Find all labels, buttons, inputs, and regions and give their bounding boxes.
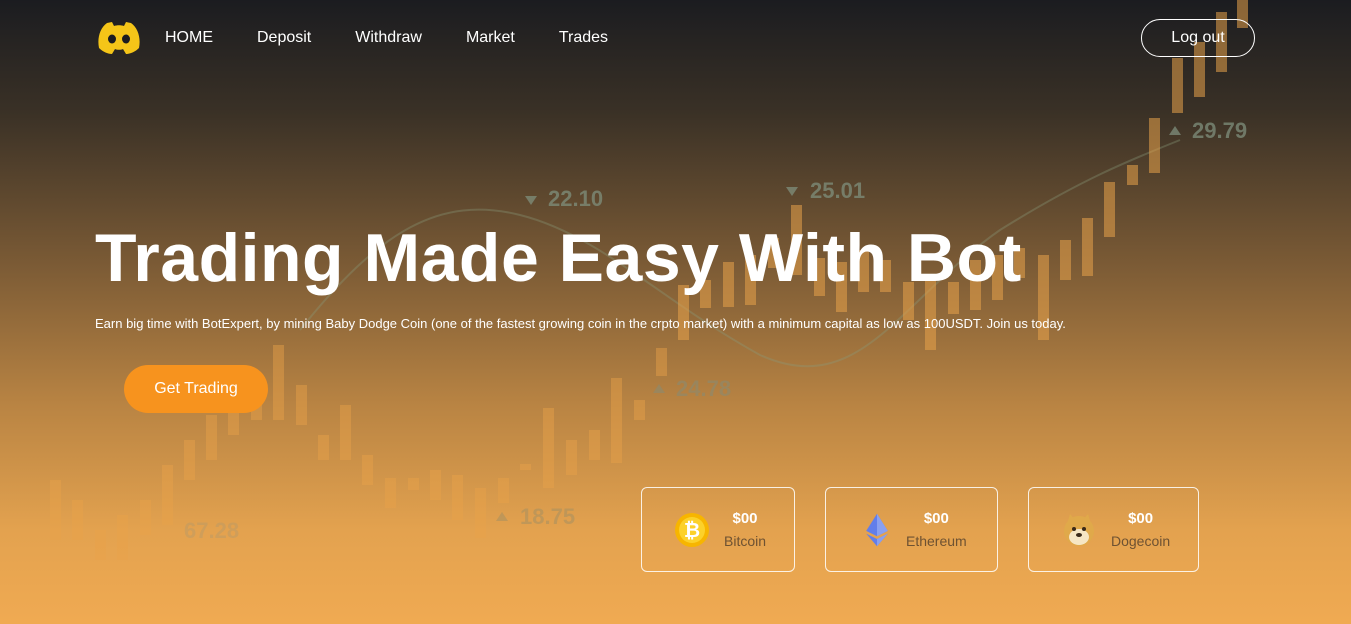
- background-candle: [634, 400, 645, 420]
- coin-price: $00: [1128, 510, 1154, 527]
- hero-title: Trading Made Easy With Bot: [95, 220, 1022, 296]
- down-arrow-icon: [786, 187, 798, 196]
- up-arrow-icon: [1169, 126, 1181, 135]
- coin-name: Ethereum: [906, 533, 967, 549]
- coin-card-ethereum[interactable]: $00 Ethereum: [825, 487, 998, 572]
- background-price-label: 67.28: [184, 518, 239, 543]
- background-candle: [318, 435, 329, 460]
- nav-link-home[interactable]: HOME: [165, 18, 213, 58]
- background-candle: [430, 470, 441, 500]
- background-price-label: 24.78: [676, 376, 731, 401]
- background-candle: [475, 488, 486, 538]
- background-price-label: 18.75: [520, 504, 575, 529]
- background-candle: [1082, 218, 1093, 276]
- coin-name: Bitcoin: [724, 533, 767, 549]
- background-candle: [498, 478, 509, 503]
- background-candle: [162, 465, 173, 525]
- background-candle: [117, 515, 128, 560]
- background-candle: [206, 415, 217, 460]
- down-arrow-icon: [525, 196, 537, 205]
- background-candle: [566, 440, 577, 475]
- coin-price: $00: [732, 510, 758, 527]
- coin-card-dogecoin[interactable]: $00 Dogecoin: [1028, 487, 1199, 572]
- background-price-label: 25.01: [810, 178, 865, 203]
- coin-info: $00 Ethereum: [906, 510, 967, 549]
- background-candle: [385, 478, 396, 508]
- background-candle: [611, 378, 622, 463]
- background-candle: [656, 348, 667, 376]
- hero-subtitle: Earn big time with BotExpert, by mining …: [95, 316, 1066, 331]
- get-trading-button[interactable]: Get Trading: [124, 365, 268, 413]
- background-candle: [362, 455, 373, 485]
- coin-info: $00 Bitcoin: [724, 510, 766, 549]
- background-candle: [1060, 240, 1071, 280]
- dogecoin-icon: [1064, 513, 1094, 546]
- logout-button[interactable]: Log out: [1141, 19, 1255, 57]
- up-arrow-icon: [496, 512, 508, 521]
- background-candle: [296, 385, 307, 425]
- nav-link-withdraw[interactable]: Withdraw: [355, 18, 422, 58]
- ethereum-icon: [866, 513, 888, 546]
- background-candle: [452, 475, 463, 520]
- background-candle: [589, 430, 600, 460]
- up-arrow-icon: [653, 384, 665, 393]
- coin-name: Dogecoin: [1111, 533, 1171, 549]
- background-price-label: 29.79: [1192, 118, 1247, 143]
- background-candle: [543, 408, 554, 488]
- nav-link-market[interactable]: Market: [466, 18, 515, 58]
- background-candle: [1172, 58, 1183, 113]
- nav-link-trades[interactable]: Trades: [559, 18, 608, 58]
- background-candle: [1104, 182, 1115, 237]
- logo-icon[interactable]: [95, 18, 143, 58]
- coin-price: $00: [923, 510, 949, 527]
- background-candle: [140, 500, 151, 535]
- nav-link-deposit[interactable]: Deposit: [257, 18, 311, 58]
- coin-card-bitcoin[interactable]: ₿ $00 Bitcoin: [641, 487, 795, 572]
- background-candle: [340, 405, 351, 460]
- background-candle: [95, 530, 106, 560]
- background-candle: [50, 480, 61, 540]
- background-candle: [273, 345, 284, 420]
- svg-text:₿: ₿: [684, 518, 700, 542]
- background-candle: [184, 440, 195, 480]
- top-navigation: HOME Deposit Withdraw Market Trades Log …: [95, 18, 1255, 58]
- background-price-label: 22.10: [548, 186, 603, 211]
- bitcoin-icon: ₿: [675, 512, 709, 547]
- background-candle: [1127, 165, 1138, 185]
- background-candle: [1149, 118, 1160, 173]
- background-candle: [520, 464, 531, 470]
- coin-info: $00 Dogecoin: [1111, 510, 1170, 549]
- background-candle: [408, 478, 419, 490]
- background-candle: [72, 500, 83, 540]
